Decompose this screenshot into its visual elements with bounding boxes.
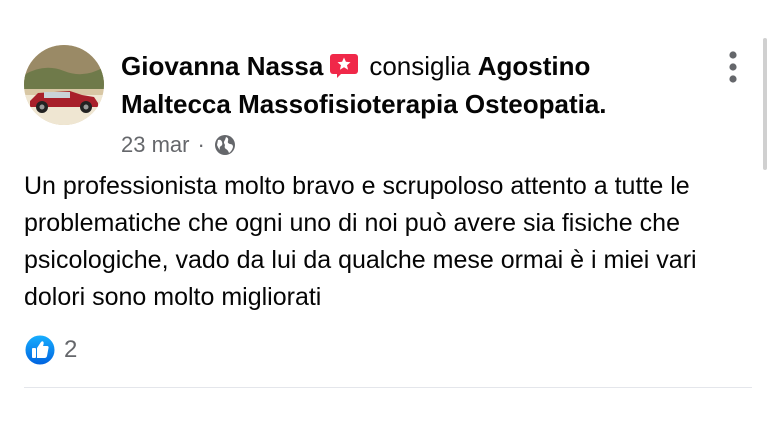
like-count: 2 — [64, 336, 78, 363]
avatar[interactable] — [24, 45, 104, 125]
like-icon — [24, 334, 56, 366]
review-post: Giovanna Nassa consiglia Agostino Maltec… — [0, 0, 768, 433]
scrollbar[interactable] — [763, 38, 767, 170]
author-name[interactable]: Giovanna Nassa — [121, 51, 323, 81]
post-body-text: Un professionista molto bravo e scrupolo… — [24, 172, 697, 311]
page-name-part-1[interactable]: Agostino — [478, 51, 591, 81]
meta-separator: · — [197, 132, 205, 157]
divider — [24, 387, 752, 388]
avatar-photo — [24, 45, 104, 125]
reactions-summary[interactable]: 2 — [24, 334, 77, 366]
globe-icon — [214, 135, 235, 155]
post-header-line-1: Giovanna Nassa consiglia Agostino — [121, 49, 721, 83]
post-header-line-2: Maltecca Massofisioterapia Osteopatia. — [121, 87, 721, 121]
post-date[interactable]: 23 mar — [121, 130, 189, 160]
star-badge-icon — [330, 54, 359, 78]
more-options-icon[interactable] — [722, 50, 744, 84]
recommend-verb: consiglia — [369, 51, 471, 81]
page-name-part-2[interactable]: Maltecca Massofisioterapia Osteopatia. — [121, 89, 607, 119]
post-meta: 23 mar · — [121, 130, 237, 160]
